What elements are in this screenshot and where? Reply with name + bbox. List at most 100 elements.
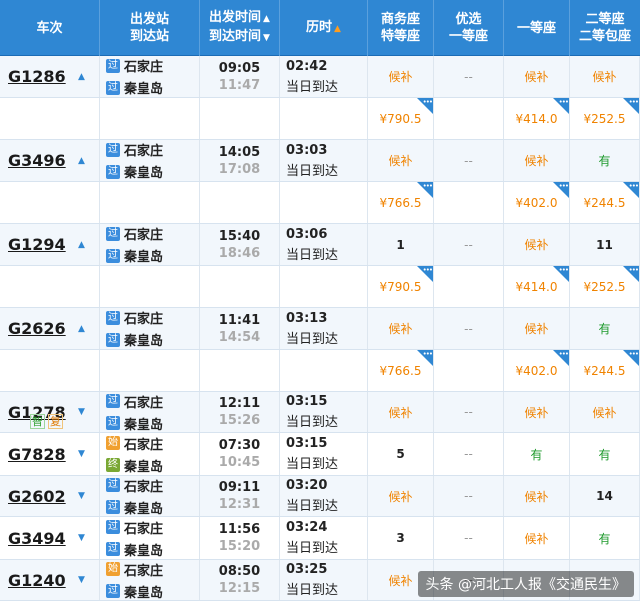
- second-seat-cell[interactable]: 有: [570, 140, 640, 181]
- station-type-icon: 过: [106, 416, 120, 430]
- collapse-arrow-icon[interactable]: ▲: [78, 72, 85, 82]
- duration-value: 02:42: [286, 58, 328, 74]
- arrival-station: 秦皇岛: [124, 501, 164, 517]
- train-number-link[interactable]: G1286: [0, 67, 66, 86]
- train-number-link[interactable]: G1294: [0, 235, 66, 254]
- col-first: 一等座: [504, 0, 570, 56]
- departure-time: 07:30: [218, 438, 261, 453]
- col-train[interactable]: 车次: [0, 0, 100, 56]
- business-seat-cell[interactable]: 候补: [368, 476, 434, 516]
- expand-arrow-icon[interactable]: ▼: [78, 575, 85, 585]
- premium-first-seat-cell: --: [434, 308, 504, 349]
- first-seat-cell[interactable]: 候补: [504, 517, 570, 559]
- collapse-arrow-icon[interactable]: ▲: [78, 156, 85, 166]
- collapse-arrow-icon[interactable]: ▲: [78, 324, 85, 334]
- premium-first-seat-cell: --: [434, 56, 504, 97]
- train-table: 车次 出发站 到达站 出发时间 ▲ 到达时间 ▼ 历时 ▲ 商务座 特等座 优选 一等座 一…: [0, 0, 640, 601]
- departure-station: 石家庄: [124, 144, 164, 159]
- time-cell: 11:41 14:54: [200, 308, 280, 349]
- collapse-arrow-icon[interactable]: ▲: [78, 240, 85, 250]
- station-type-icon: 过: [106, 542, 120, 556]
- arrival-day: 当日到达: [286, 331, 339, 347]
- arrival-day: 当日到达: [286, 247, 339, 263]
- business-seat-cell[interactable]: 候补: [368, 392, 434, 432]
- departure-time: 11:41: [218, 312, 261, 328]
- arrival-time: 10:45: [218, 455, 261, 470]
- arrival-time: 14:54: [218, 329, 261, 345]
- train-number-link[interactable]: G7828: [0, 445, 66, 464]
- departure-station: 石家庄: [124, 395, 164, 411]
- second-seat-cell[interactable]: 11: [570, 224, 640, 265]
- first-seat-cell[interactable]: 有: [504, 433, 570, 475]
- sort-asc-icon[interactable]: ▲: [334, 24, 341, 34]
- business-price: ¥790.5 •••: [368, 98, 434, 139]
- departure-station: 石家庄: [124, 563, 164, 579]
- time-cell: 15:40 18:46: [200, 224, 280, 265]
- expand-arrow-icon[interactable]: ▼: [78, 491, 85, 501]
- arrival-station: 秦皇岛: [124, 82, 164, 97]
- col-duration[interactable]: 历时 ▲: [280, 0, 368, 56]
- station-type-icon: 过: [106, 226, 120, 241]
- station-cell: 过石家庄过秦皇岛: [100, 392, 200, 433]
- train-number-link[interactable]: G2602: [0, 487, 66, 506]
- first-seat-cell[interactable]: 候补: [504, 308, 570, 349]
- expand-arrow-icon[interactable]: ▼: [78, 533, 85, 543]
- business-seat-cell[interactable]: 1: [368, 224, 434, 265]
- expand-arrow-icon[interactable]: ▼: [78, 449, 85, 459]
- col-time[interactable]: 出发时间 ▲ 到达时间 ▼: [200, 0, 280, 56]
- station-type-icon: 始: [106, 562, 120, 576]
- second-seat-cell[interactable]: 有: [570, 433, 640, 475]
- price-row: ¥790.5 ••• ¥414.0 ••• ¥252.5 •••: [0, 98, 640, 140]
- train-number-link[interactable]: G2626: [0, 319, 66, 338]
- first-seat-cell[interactable]: 候补: [504, 476, 570, 516]
- time-cell: 08:50 12:15: [200, 560, 280, 600]
- first-seat-cell[interactable]: 候补: [504, 56, 570, 97]
- train-number-link[interactable]: G1240: [0, 571, 66, 590]
- business-seat-cell[interactable]: 5: [368, 433, 434, 475]
- price-row: ¥790.5 ••• ¥414.0 ••• ¥252.5 •••: [0, 266, 640, 308]
- business-seat-cell[interactable]: 3: [368, 517, 434, 559]
- business-seat-cell[interactable]: 候补: [368, 308, 434, 349]
- table-row: G7828 ▼ 始石家庄终秦皇岛 07:30 10:45 03:15 当日到达 5 -- 有有: [0, 433, 640, 476]
- second-seat-cell[interactable]: 候补: [570, 392, 640, 432]
- expand-arrow-icon[interactable]: ▼: [78, 407, 85, 417]
- train-number-cell: G3494 ▼: [0, 517, 100, 559]
- duration-cell: 03:25 当日到达: [280, 560, 368, 600]
- duration-value: 03:15: [286, 436, 328, 451]
- station-type-icon: 过: [106, 500, 120, 514]
- price-row: ¥766.5 ••• ¥402.0 ••• ¥244.5 •••: [0, 182, 640, 224]
- train-number-link[interactable]: G3494: [0, 529, 66, 548]
- station-cell: 过石家庄过秦皇岛: [100, 308, 200, 349]
- arrival-station: 秦皇岛: [124, 334, 164, 349]
- duration-cell: 03:24 当日到达: [280, 517, 368, 559]
- discount-corner-icon: •••: [417, 98, 433, 114]
- first-seat-cell[interactable]: 候补: [504, 140, 570, 181]
- train-number-cell: G1294 ▲: [0, 224, 100, 265]
- duration-value: 03:24: [286, 520, 328, 535]
- second-seat-cell[interactable]: 候补: [570, 56, 640, 97]
- duration-cell: 02:42 当日到达: [280, 56, 368, 97]
- departure-station: 石家庄: [124, 312, 164, 327]
- station-type-icon: 始: [106, 436, 120, 450]
- arrival-day: 当日到达: [286, 583, 339, 598]
- sort-asc-icon[interactable]: ▲: [263, 14, 270, 24]
- premium-first-seat-cell: --: [434, 140, 504, 181]
- premium-first-seat-cell: --: [434, 433, 504, 475]
- sort-desc-icon[interactable]: ▼: [263, 33, 270, 43]
- discount-corner-icon: •••: [623, 182, 639, 198]
- second-price: ¥252.5 •••: [570, 266, 640, 307]
- second-seat-cell[interactable]: 有: [570, 517, 640, 559]
- business-seat-cell[interactable]: 候补: [368, 56, 434, 97]
- business-seat-cell[interactable]: 候补: [368, 140, 434, 181]
- time-cell: 14:05 17:08: [200, 140, 280, 181]
- train-number-link[interactable]: G3496: [0, 151, 66, 170]
- first-seat-cell[interactable]: 候补: [504, 392, 570, 432]
- arrival-time: 17:08: [218, 161, 261, 177]
- second-seat-cell[interactable]: 14: [570, 476, 640, 516]
- second-seat-cell[interactable]: 有: [570, 308, 640, 349]
- train-number-cell: G1286 ▲: [0, 56, 100, 97]
- discount-corner-icon: •••: [553, 182, 569, 198]
- departure-time: 09:05: [218, 60, 261, 76]
- arrival-time: 11:47: [218, 77, 261, 93]
- first-seat-cell[interactable]: 候补: [504, 224, 570, 265]
